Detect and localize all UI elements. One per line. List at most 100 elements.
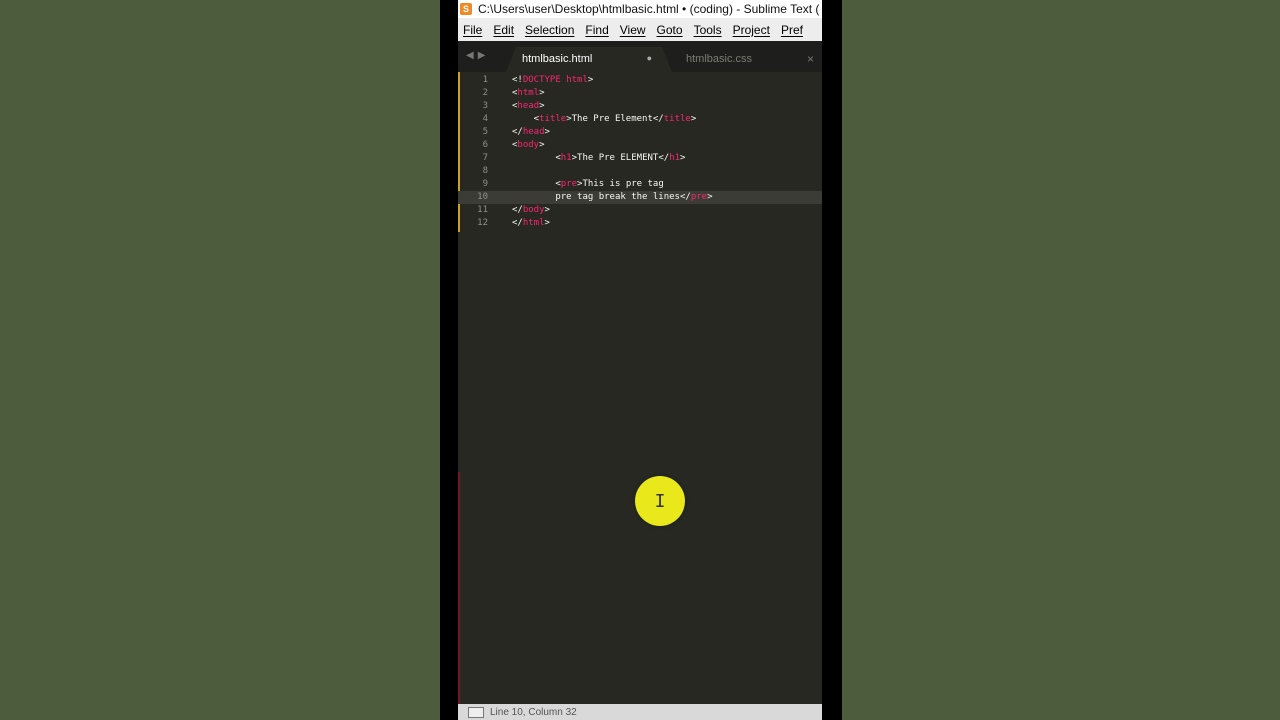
line-number: 11 bbox=[477, 205, 488, 215]
line-number: 7 bbox=[482, 153, 488, 163]
code-line[interactable]: 12 </html> bbox=[458, 217, 822, 230]
code-line[interactable]: 8 bbox=[458, 165, 822, 178]
code-tag-token: title bbox=[539, 114, 567, 124]
menu-tools[interactable]: Tools bbox=[694, 23, 722, 37]
window-title: C:\Users\user\Desktop\htmlbasic.html • (… bbox=[478, 2, 820, 16]
code-token: > bbox=[544, 205, 550, 215]
code-token: </ bbox=[512, 127, 523, 137]
code-line[interactable]: 9 <pre>This is pre tag bbox=[458, 178, 822, 191]
code-tag-token: head bbox=[522, 127, 545, 137]
menu-project[interactable]: Project bbox=[733, 23, 770, 37]
code-line[interactable]: 1 <!DOCTYPE html> bbox=[458, 74, 822, 87]
code-tag-token: html bbox=[522, 218, 545, 228]
code-token: <! bbox=[512, 75, 523, 85]
unsaved-dot-icon[interactable]: ● bbox=[647, 53, 652, 63]
code-token: > bbox=[680, 153, 686, 163]
code-token: < bbox=[512, 114, 540, 124]
menu-preferences[interactable]: Pref bbox=[781, 23, 803, 37]
code-token: > bbox=[587, 75, 594, 85]
menu-selection[interactable]: Selection bbox=[525, 23, 574, 37]
code-tag-token: DOCTYPE bbox=[522, 75, 561, 85]
tab-label: htmlbasic.css bbox=[686, 53, 753, 65]
code-tag-token: html bbox=[566, 75, 588, 85]
tab-htmlbasic-css[interactable]: htmlbasic.css × bbox=[664, 47, 822, 72]
code-line[interactable]: 2 <html> bbox=[458, 87, 822, 100]
code-line[interactable]: 10 pre tag break the lines</pre> bbox=[458, 191, 822, 204]
tab-nav-arrows-icon[interactable]: ◀▶ bbox=[466, 50, 489, 61]
code-token: pre tag break the lines</ bbox=[512, 192, 691, 202]
code-token: > bbox=[539, 101, 545, 111]
code-text: <head> bbox=[512, 100, 545, 113]
line-number: 4 bbox=[482, 114, 488, 124]
code-line[interactable]: 5 </head> bbox=[458, 126, 822, 139]
code-token: </ bbox=[512, 218, 523, 228]
line-number: 5 bbox=[482, 127, 488, 137]
tab-htmlbasic-html[interactable]: htmlbasic.html ● bbox=[506, 47, 672, 72]
code-text: pre tag break the lines</pre> bbox=[512, 191, 713, 204]
code-editor[interactable]: 1 <!DOCTYPE html> 2 <html> 3 <head> 4 <title>T… bbox=[458, 72, 822, 704]
code-token: > bbox=[707, 192, 713, 202]
code-tag-token: pre bbox=[560, 179, 578, 189]
line-number: 1 bbox=[482, 75, 488, 85]
code-tag-token: h1 bbox=[560, 153, 572, 163]
code-line[interactable]: 6 <body> bbox=[458, 139, 822, 152]
code-tag-token: html bbox=[517, 88, 540, 98]
sublime-text-icon: S bbox=[460, 3, 472, 15]
letterbox-right bbox=[822, 0, 842, 720]
code-token: > bbox=[539, 140, 545, 150]
code-tag-token: pre bbox=[690, 192, 708, 202]
line-number: 2 bbox=[482, 88, 488, 98]
menu-find[interactable]: Find bbox=[585, 23, 608, 37]
code-token: > bbox=[544, 218, 550, 228]
menu-view[interactable]: View bbox=[620, 23, 646, 37]
line-number: 9 bbox=[482, 179, 488, 189]
title-bar: S C:\Users\user\Desktop\htmlbasic.html •… bbox=[458, 0, 822, 18]
code-text: </body> bbox=[512, 204, 550, 217]
sublime-window: S C:\Users\user\Desktop\htmlbasic.html •… bbox=[458, 0, 822, 720]
status-bar: Line 10, Column 32 bbox=[458, 704, 822, 720]
menu-goto[interactable]: Goto bbox=[657, 23, 683, 37]
tab-label: htmlbasic.html bbox=[522, 53, 593, 65]
code-line[interactable]: 7 <h1>The Pre ELEMENT</h1> bbox=[458, 152, 822, 165]
gutter-edge bbox=[458, 472, 460, 704]
line-number: 12 bbox=[477, 218, 488, 228]
console-panel-icon[interactable] bbox=[468, 706, 484, 718]
menu-bar: File Edit Selection Find View Goto Tools… bbox=[458, 18, 822, 41]
code-tag-token: title bbox=[663, 114, 691, 124]
line-number: 6 bbox=[482, 140, 488, 150]
code-tag-token: body bbox=[522, 205, 545, 215]
menu-edit[interactable]: Edit bbox=[493, 23, 514, 37]
code-token: >The Pre ELEMENT</ bbox=[571, 153, 670, 163]
line-number: 8 bbox=[482, 166, 488, 176]
code-text: </html> bbox=[512, 217, 550, 230]
ibeam-icon: I bbox=[654, 490, 666, 512]
code-text: <title>The Pre Element</title> bbox=[512, 113, 697, 126]
code-tag-token: h1 bbox=[669, 153, 681, 163]
code-token: < bbox=[512, 153, 561, 163]
code-token: < bbox=[512, 179, 561, 189]
code-token: </ bbox=[512, 205, 523, 215]
code-text: <body> bbox=[512, 139, 545, 152]
close-icon[interactable]: × bbox=[807, 52, 814, 66]
cursor-position: Line 10, Column 32 bbox=[490, 706, 577, 718]
code-token: >The Pre Element</ bbox=[566, 114, 664, 124]
code-line[interactable]: 11 </body> bbox=[458, 204, 822, 217]
line-number: 3 bbox=[482, 101, 488, 111]
code-line[interactable]: 3 <head> bbox=[458, 100, 822, 113]
code-text: <h1>The Pre ELEMENT</h1> bbox=[512, 152, 685, 165]
code-text: </head> bbox=[512, 126, 550, 139]
code-text: <html> bbox=[512, 87, 545, 100]
tab-bar: ◀▶ htmlbasic.html ● htmlbasic.css × bbox=[458, 41, 822, 72]
letterbox-left bbox=[440, 0, 458, 720]
code-token: > bbox=[539, 88, 545, 98]
line-number: 10 bbox=[477, 192, 488, 202]
code-tag-token: head bbox=[517, 101, 540, 111]
code-text: <pre>This is pre tag bbox=[512, 178, 664, 191]
code-tag-token: body bbox=[517, 140, 540, 150]
code-text: <!DOCTYPE html> bbox=[512, 74, 593, 87]
code-token: >This is pre tag bbox=[577, 179, 664, 189]
code-token: > bbox=[544, 127, 550, 137]
code-line[interactable]: 4 <title>The Pre Element</title> bbox=[458, 113, 822, 126]
mouse-cursor-highlight: I bbox=[635, 476, 685, 526]
menu-file[interactable]: File bbox=[463, 23, 482, 37]
